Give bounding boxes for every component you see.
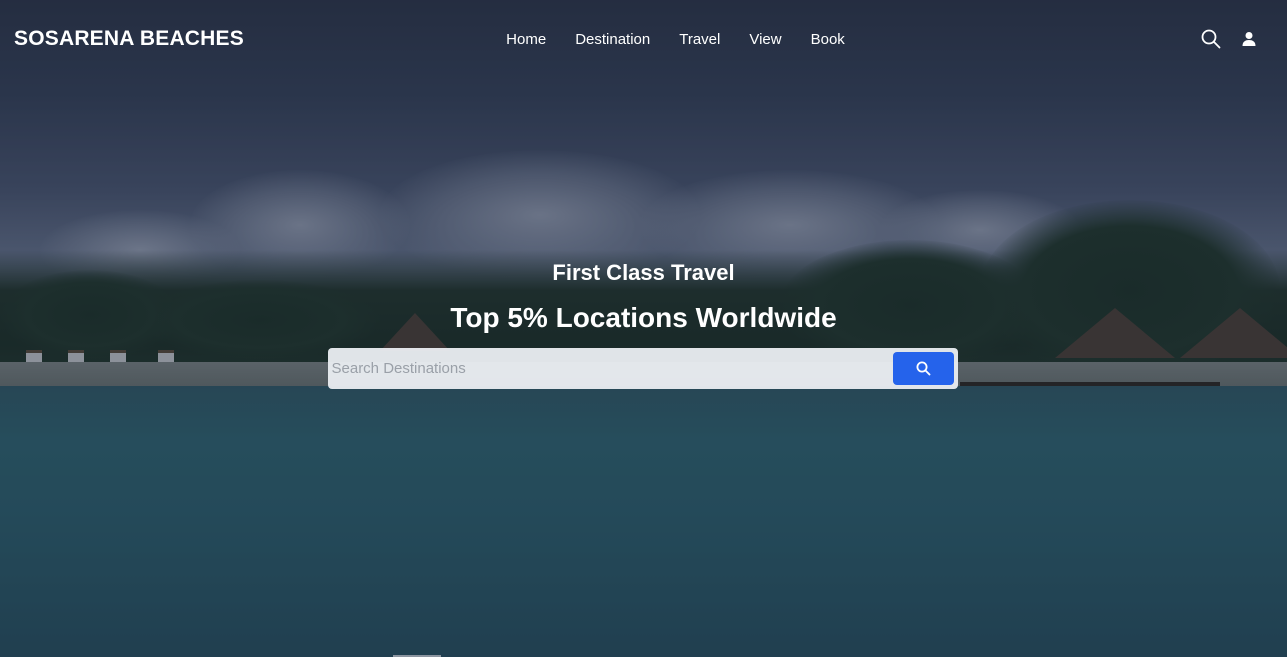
nav-links: Home Destination Travel View Book <box>506 31 845 48</box>
hero-subtitle: First Class Travel <box>552 260 735 285</box>
nav-icons <box>1033 29 1273 49</box>
search-button[interactable] <box>892 352 954 385</box>
search-bar <box>327 348 958 389</box>
search-input[interactable] <box>331 348 893 389</box>
user-icon[interactable] <box>1241 31 1257 47</box>
hero-headline: Top 5% Locations Worldwide <box>450 302 837 333</box>
nav-item-destination[interactable]: Destination <box>575 31 650 48</box>
search-icon[interactable] <box>1201 29 1221 49</box>
search-icon <box>916 361 931 376</box>
brand-logo[interactable]: SOSARENA BEACHES <box>14 27 254 51</box>
nav-item-home[interactable]: Home <box>506 31 546 48</box>
nav-item-book[interactable]: Book <box>811 31 845 48</box>
nav-item-travel[interactable]: Travel <box>679 31 720 48</box>
navbar: SOSARENA BEACHES Home Destination Travel… <box>0 0 1287 78</box>
hero-content: First Class Travel Top 5% Locations Worl… <box>0 260 1287 389</box>
nav-item-view[interactable]: View <box>749 31 781 48</box>
